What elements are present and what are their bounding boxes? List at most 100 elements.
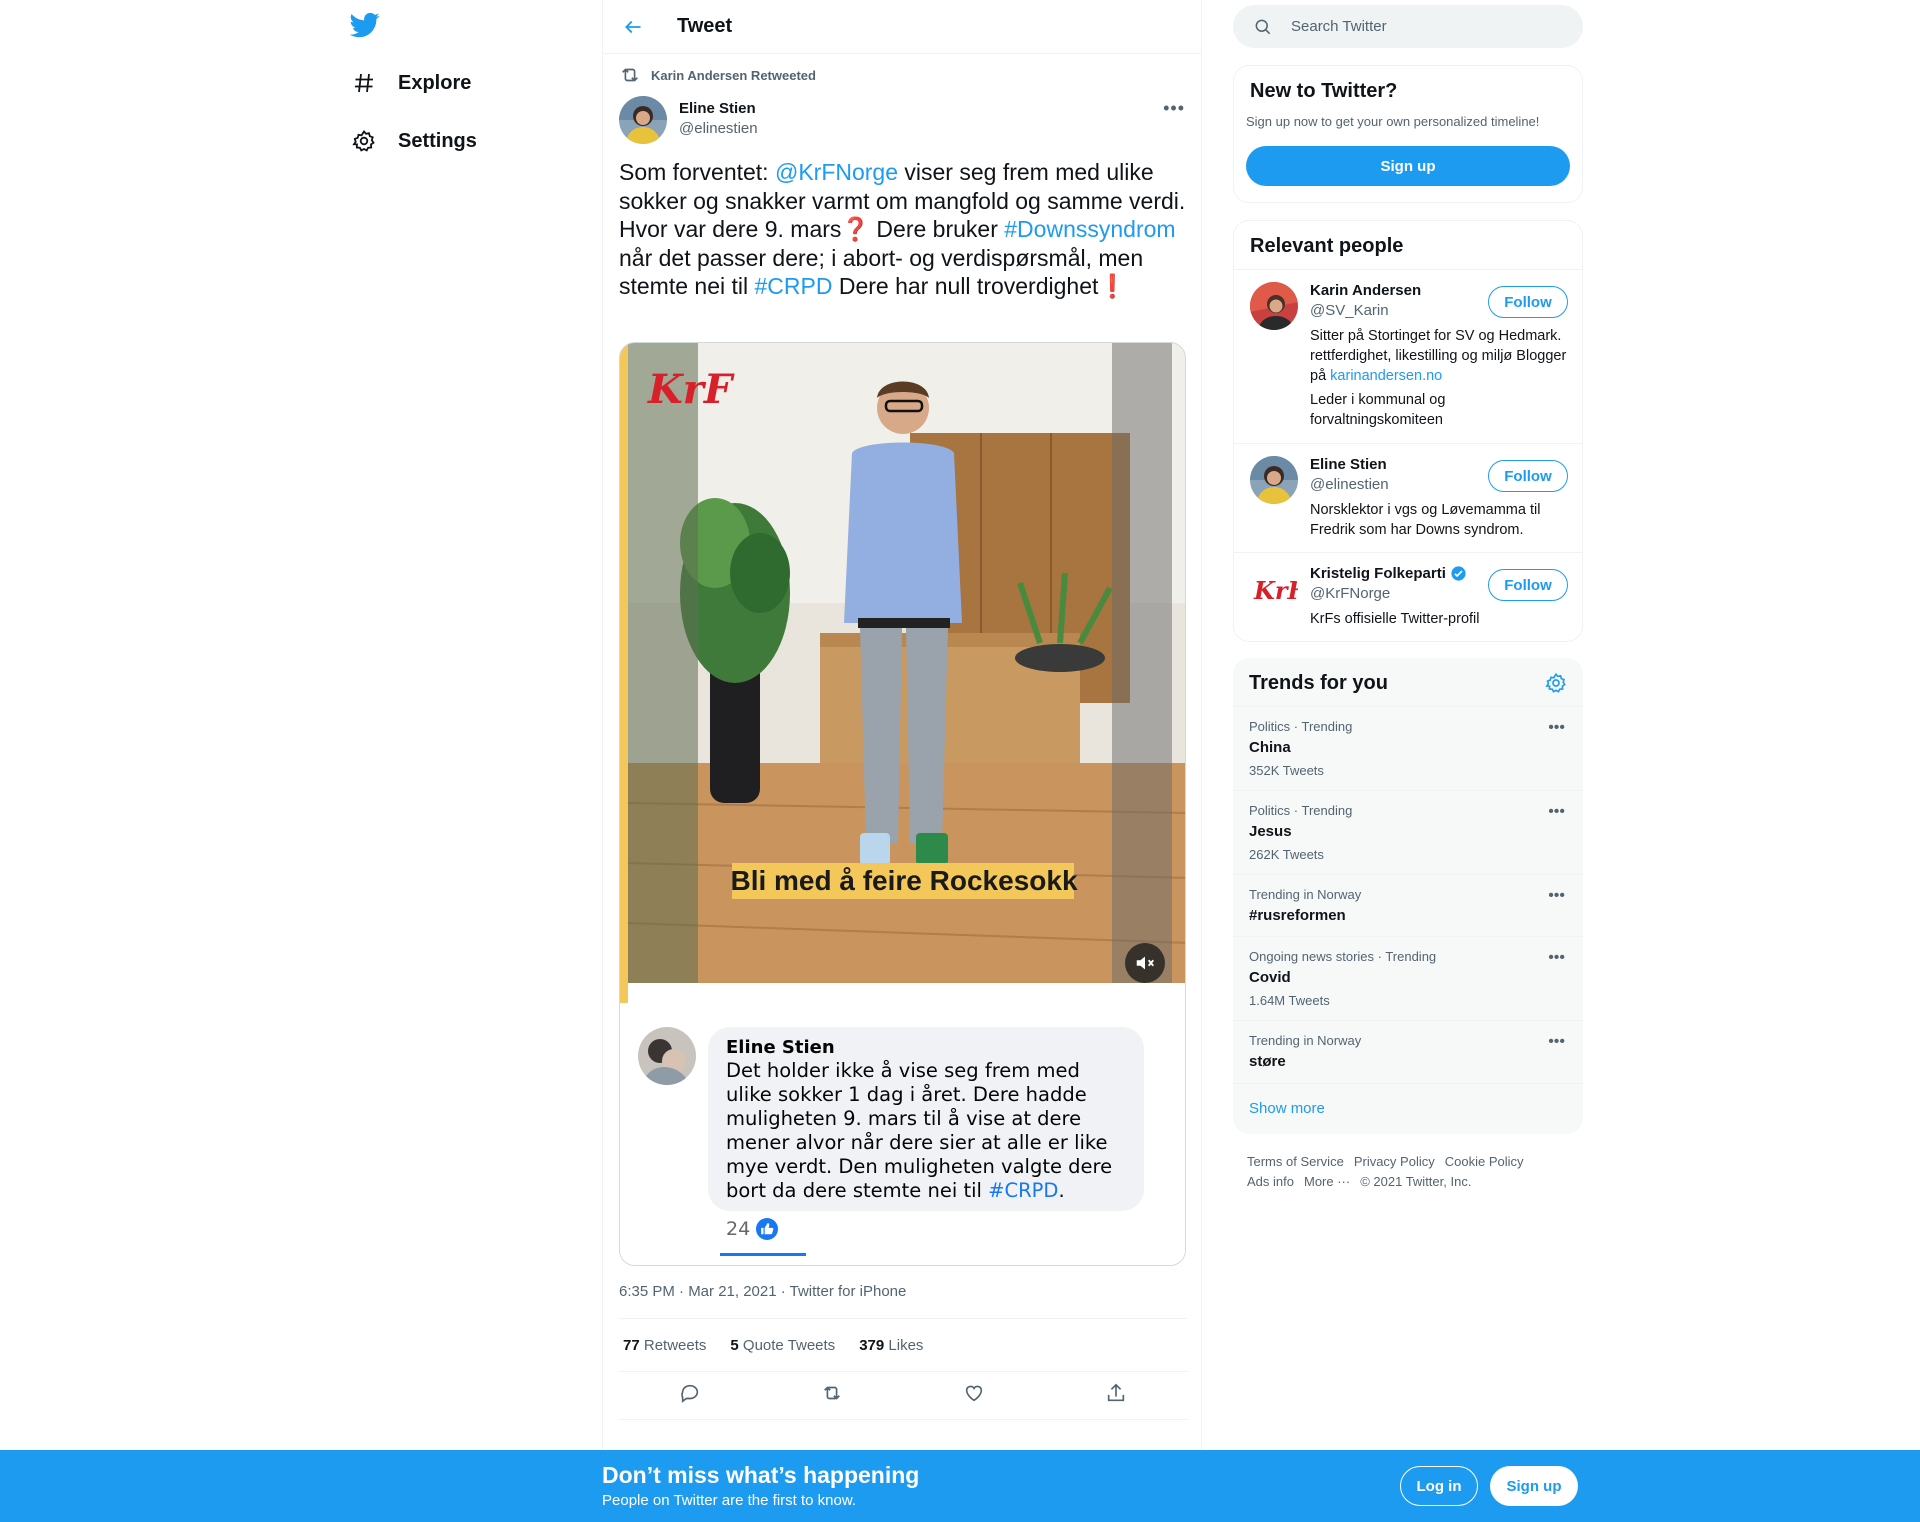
banner-sign-up-button[interactable]: Sign up (1490, 1466, 1578, 1506)
comment-hashtag-link: #CRPD (988, 1179, 1059, 1202)
trend-item[interactable]: Ongoing news stories · Trending Covid 1.… (1233, 936, 1583, 1020)
trend-name: Covid (1249, 969, 1291, 986)
tweet-text: Som forventet: @KrFNorge viser seg frem … (619, 158, 1189, 301)
show-more-link[interactable]: Show more (1249, 1100, 1325, 1117)
retweets-stat[interactable]: 77 Retweets (619, 1337, 706, 1354)
sign-up-button[interactable]: Sign up (1246, 146, 1570, 186)
gear-icon[interactable] (1545, 672, 1567, 694)
trend-count: 1.64M Tweets (1249, 993, 1330, 1008)
gear-icon (350, 127, 378, 155)
svg-text:KrF: KrF (1253, 576, 1298, 605)
person-bio: Norsklektor i vgs og Løvemamma til Fredr… (1310, 502, 1541, 538)
signup-banner: Don’t miss what’s happening People on Tw… (0, 1450, 1920, 1522)
nav-explore-label: Explore (398, 71, 472, 94)
person-handle[interactable]: @SV_Karin (1310, 302, 1389, 319)
comment-bubble: Eline Stien Det holder ikke å vise seg f… (708, 1027, 1144, 1211)
person-bio: Sitter på Stortinget for SV og Hedmark. … (1310, 328, 1567, 428)
reply-icon (681, 1384, 699, 1403)
trend-meta: Politics · Trending (1249, 719, 1353, 734)
retweet-context[interactable]: Karin Andersen Retweeted (619, 64, 816, 86)
tweet-link[interactable]: @KrFNorge (775, 159, 898, 185)
person-name[interactable]: Kristelig Folkeparti (1310, 565, 1467, 582)
avatar[interactable] (619, 96, 667, 144)
follow-button[interactable]: Follow (1488, 460, 1568, 492)
trend-name: Jesus (1249, 823, 1292, 840)
nav-explore[interactable]: Explore (350, 57, 483, 109)
more-options-icon[interactable]: ••• (1163, 98, 1185, 119)
comment-likes-count: 24 (726, 1218, 751, 1240)
trend-count: 352K Tweets (1249, 763, 1324, 778)
cookie-link[interactable]: Cookie Policy (1445, 1154, 1524, 1169)
privacy-link[interactable]: Privacy Policy (1354, 1154, 1435, 1169)
page-title: Tweet (677, 15, 733, 37)
more-link[interactable]: More ··· (1304, 1174, 1350, 1189)
verified-badge-icon (1450, 565, 1467, 582)
person-kristelig-folkeparti[interactable]: KrF Kristelig Folkeparti @KrFNorge KrFs … (1234, 552, 1582, 641)
new-to-twitter-title: New to Twitter? (1250, 80, 1398, 102)
more-options-icon[interactable]: ••• (1548, 1033, 1565, 1051)
tweet-column: Tweet Karin Andersen Retweeted Eline Sti… (602, 0, 1202, 1450)
tweet-actions (619, 1372, 1187, 1420)
ads-info-link[interactable]: Ads info (1247, 1174, 1294, 1189)
likes-stat[interactable]: 379 Likes (855, 1337, 923, 1354)
follow-button[interactable]: Follow (1488, 286, 1568, 318)
person-handle[interactable]: @elinestien (1310, 476, 1389, 493)
tweet-text-segment: Dere har null troverdighet (832, 273, 1099, 299)
new-to-twitter-card: New to Twitter? Sign up now to get your … (1233, 65, 1583, 203)
back-button[interactable] (613, 7, 653, 47)
mute-button[interactable] (1125, 943, 1165, 983)
video-frame[interactable]: Bli med å feire Rockesokk KrF (620, 343, 1185, 1003)
footer-links: Terms of Service Privacy Policy Cookie Pol… (1247, 1152, 1577, 1192)
person-handle[interactable]: @KrFNorge (1310, 585, 1390, 602)
author-handle[interactable]: @elinestien (679, 120, 758, 137)
trend-item[interactable]: Politics · Trending Jesus 262K Tweets ••… (1233, 790, 1583, 874)
person-name[interactable]: Karin Andersen (1310, 282, 1421, 299)
trend-name: #rusreformen (1249, 907, 1346, 924)
more-options-icon[interactable]: ••• (1548, 803, 1565, 821)
like-button[interactable] (963, 1382, 985, 1409)
search-input[interactable] (1291, 18, 1551, 35)
copyright: © 2021 Twitter, Inc. (1360, 1174, 1472, 1189)
relevant-people-card: Relevant people Karin Andersen @SV_Karin… (1233, 220, 1583, 642)
person-karin-andersen[interactable]: Karin Andersen @SV_Karin Sitter på Stort… (1234, 269, 1582, 443)
retweet-button[interactable] (821, 1382, 843, 1409)
retweeted-by-label: Karin Andersen Retweeted (651, 67, 816, 83)
share-icon (1107, 1383, 1125, 1402)
tweet-author[interactable]: Eline Stien @elinestien (619, 96, 758, 144)
person-name[interactable]: Eline Stien (1310, 456, 1387, 473)
more-options-icon[interactable]: ••• (1548, 949, 1565, 967)
more-options-icon[interactable]: ••• (1548, 887, 1565, 905)
terms-link[interactable]: Terms of Service (1247, 1154, 1344, 1169)
author-name[interactable]: Eline Stien (679, 100, 758, 117)
thumbs-up-icon (756, 1218, 779, 1240)
reply-button[interactable] (679, 1382, 701, 1409)
trend-item[interactable]: Trending in Norway støre ••• (1233, 1020, 1583, 1084)
follow-button[interactable]: Follow (1488, 569, 1568, 601)
trend-item[interactable]: Politics · Trending China 352K Tweets ••… (1233, 706, 1583, 790)
mute-icon (1136, 956, 1154, 970)
quote-tweets-stat[interactable]: 5 Quote Tweets (726, 1337, 835, 1354)
share-button[interactable] (1105, 1382, 1127, 1409)
emoji-mark: ❗ (1098, 273, 1128, 299)
avatar[interactable] (1250, 456, 1298, 504)
facebook-comment-screenshot: Eline Stien Det holder ikke å vise seg f… (620, 1003, 1185, 1265)
tweet-timestamp[interactable]: 6:35 PM · Mar 21, 2021 · Twitter for iPh… (619, 1283, 906, 1300)
search-box[interactable] (1233, 5, 1583, 48)
nav-settings[interactable]: Settings (350, 115, 489, 167)
banner-subtitle: People on Twitter are the first to know. (602, 1492, 857, 1509)
log-in-button[interactable]: Log in (1400, 1466, 1478, 1506)
trend-name: China (1249, 739, 1291, 756)
retweet-icon (622, 68, 638, 82)
tweet-link[interactable]: #Downssyndrom (1004, 216, 1175, 242)
tweet-link[interactable]: #CRPD (755, 273, 833, 299)
trend-item[interactable]: Trending in Norway #rusreformen ••• (1233, 874, 1583, 936)
comment-reactions: 24 (726, 1218, 779, 1240)
person-eline-stien[interactable]: Eline Stien @elinestien Norsklektor i vg… (1234, 443, 1582, 552)
bio-link[interactable]: karinandersen.no (1330, 368, 1442, 384)
more-options-icon[interactable]: ••• (1548, 719, 1565, 737)
tweet-media[interactable]: Bli med å feire Rockesokk KrF Eline Stie… (619, 342, 1186, 1266)
avatar[interactable]: KrF (1250, 565, 1298, 613)
new-to-twitter-subtitle: Sign up now to get your own personalized… (1246, 114, 1540, 129)
twitter-logo-icon[interactable] (349, 10, 384, 44)
avatar[interactable] (1250, 282, 1298, 330)
